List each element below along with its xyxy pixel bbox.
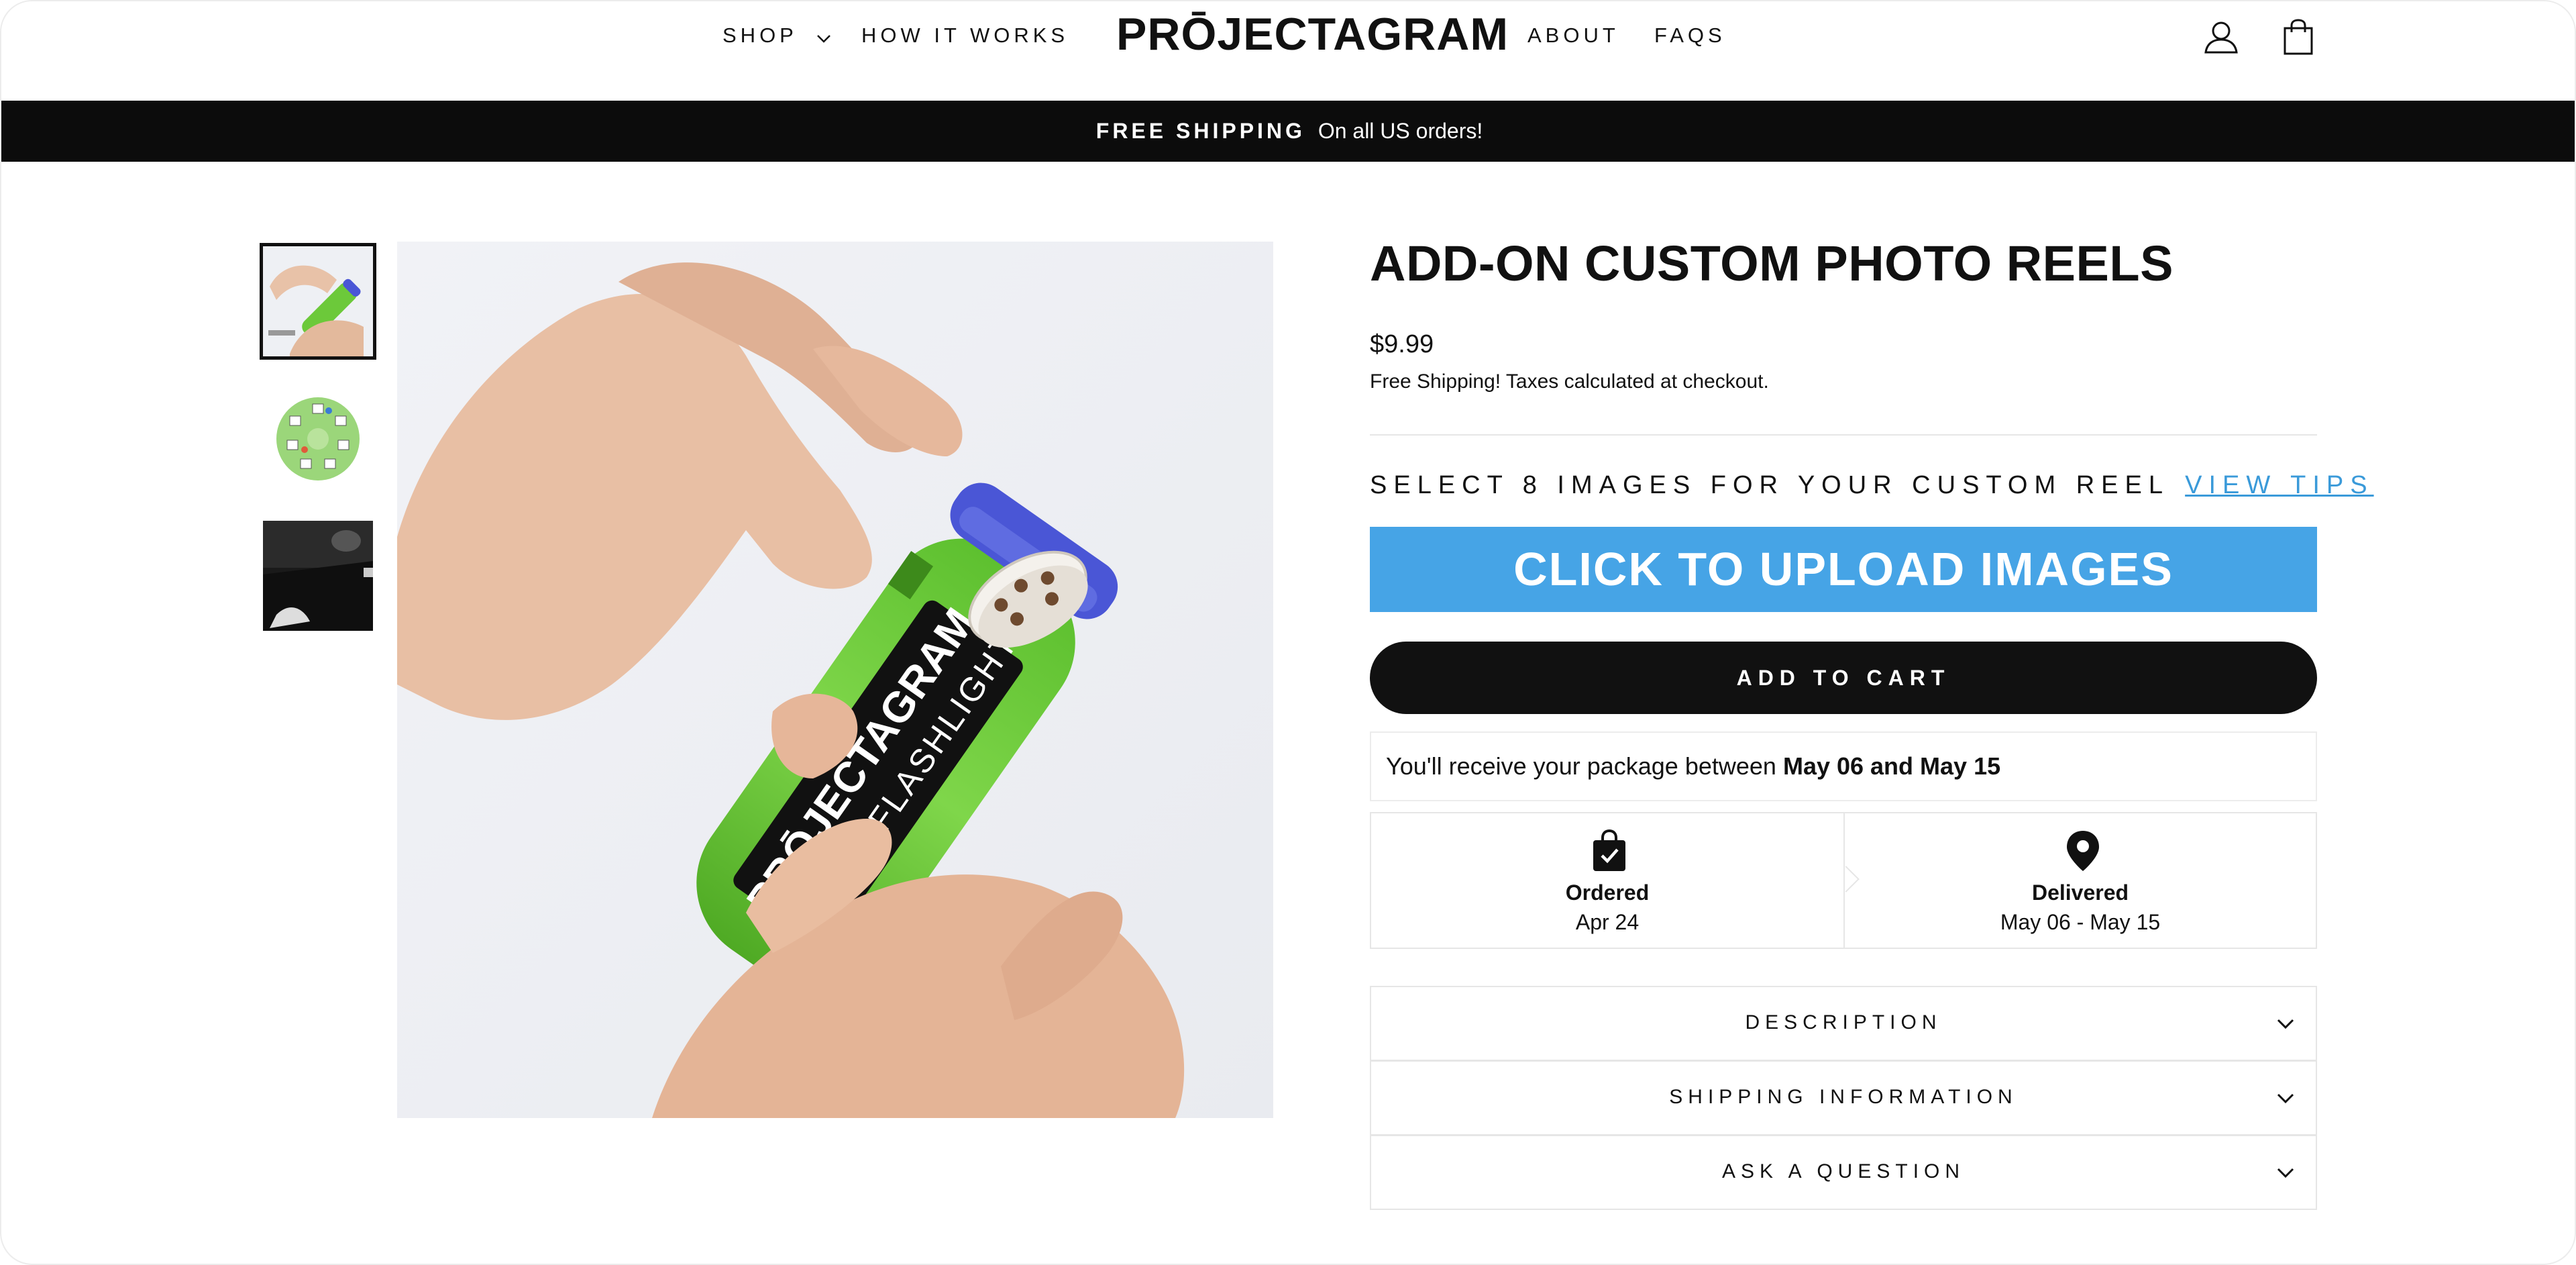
- product-title: ADD-ON CUSTOM PHOTO REELS: [1370, 236, 2174, 291]
- accordion-ask-a-question[interactable]: ASK A QUESTION: [1370, 1135, 2317, 1210]
- site-logo[interactable]: PRŌJECTAGRAM: [1116, 8, 1509, 60]
- account-icon[interactable]: [2202, 17, 2241, 56]
- timeline-delivered: Delivered May 06 - May 15: [1843, 813, 2316, 948]
- chevron-down-icon: [2275, 1014, 2296, 1034]
- site-header: SHOP HOW IT WORKS PRŌJECTAGRAM ABOUT FAQ…: [1, 1, 2575, 101]
- accordion-shipping-information[interactable]: SHIPPING INFORMATION: [1370, 1060, 2317, 1135]
- thumbnail-hand-holding-flashlight[interactable]: [260, 243, 376, 360]
- timeline-ordered-label: Ordered: [1565, 880, 1650, 905]
- shopping-bag-check-icon: [1589, 829, 1629, 872]
- chevron-down-icon: [2275, 1089, 2296, 1109]
- nav-faqs[interactable]: FAQS: [1654, 23, 1726, 48]
- accordion-ask-label: ASK A QUESTION: [1721, 1160, 1966, 1182]
- accordion-shipping-label: SHIPPING INFORMATION: [1669, 1086, 2018, 1108]
- delivery-estimate: You'll receive your package between May …: [1370, 731, 2317, 801]
- timeline-delivered-label: Delivered: [2031, 880, 2129, 905]
- view-tips-link[interactable]: VIEW TIPS: [2185, 471, 2373, 499]
- delivery-prefix: You'll receive your package between: [1386, 752, 1776, 780]
- announcement-text: On all US orders!: [1318, 119, 1483, 143]
- timeline-ordered-date: Apr 24: [1575, 910, 1640, 934]
- nav-shop-label: SHOP: [722, 23, 798, 47]
- price-note: Free Shipping! Taxes calculated at check…: [1370, 370, 1769, 393]
- product-price: $9.99: [1370, 330, 1434, 358]
- announcement-bar: FREE SHIPPING On all US orders!: [1, 101, 2575, 162]
- upload-images-button[interactable]: CLICK TO UPLOAD IMAGES: [1370, 527, 2317, 612]
- nav-shop[interactable]: SHOP: [722, 23, 831, 49]
- delivery-timeline: Ordered Apr 24 Delivered May 06 - May 15: [1370, 812, 2317, 949]
- announcement-bold: FREE SHIPPING: [1095, 119, 1305, 143]
- chevron-down-icon: [816, 25, 831, 49]
- chevron-down-icon: [2275, 1163, 2296, 1183]
- nav-how-it-works[interactable]: HOW IT WORKS: [861, 23, 1069, 48]
- cart-icon[interactable]: [2279, 17, 2318, 56]
- thumbnail-photo-reel-disc[interactable]: [263, 384, 373, 494]
- accordion-description-label: DESCRIPTION: [1745, 1011, 1942, 1033]
- accordion-description[interactable]: DESCRIPTION: [1370, 986, 2317, 1061]
- select-images-text: SELECT 8 IMAGES FOR YOUR CUSTOM REEL: [1370, 471, 2169, 499]
- timeline-delivered-date: May 06 - May 15: [2000, 910, 2161, 934]
- nav-about[interactable]: ABOUT: [1527, 23, 1619, 48]
- page: SHOP HOW IT WORKS PRŌJECTAGRAM ABOUT FAQ…: [0, 0, 2576, 1265]
- divider: [1370, 434, 2317, 436]
- select-images-label: SELECT 8 IMAGES FOR YOUR CUSTOM REEL VIE…: [1370, 471, 2374, 500]
- map-pin-icon: [2063, 829, 2103, 872]
- add-to-cart-button[interactable]: ADD TO CART: [1370, 642, 2317, 714]
- main-product-image[interactable]: PRŌJECTAGRAM PHOTO FLASHLIGHT: [397, 242, 1273, 1118]
- delivery-range: May 06 and May 15: [1782, 752, 2001, 780]
- thumbnail-projection-on-wall[interactable]: [263, 521, 373, 631]
- timeline-ordered: Ordered Apr 24: [1371, 813, 1843, 948]
